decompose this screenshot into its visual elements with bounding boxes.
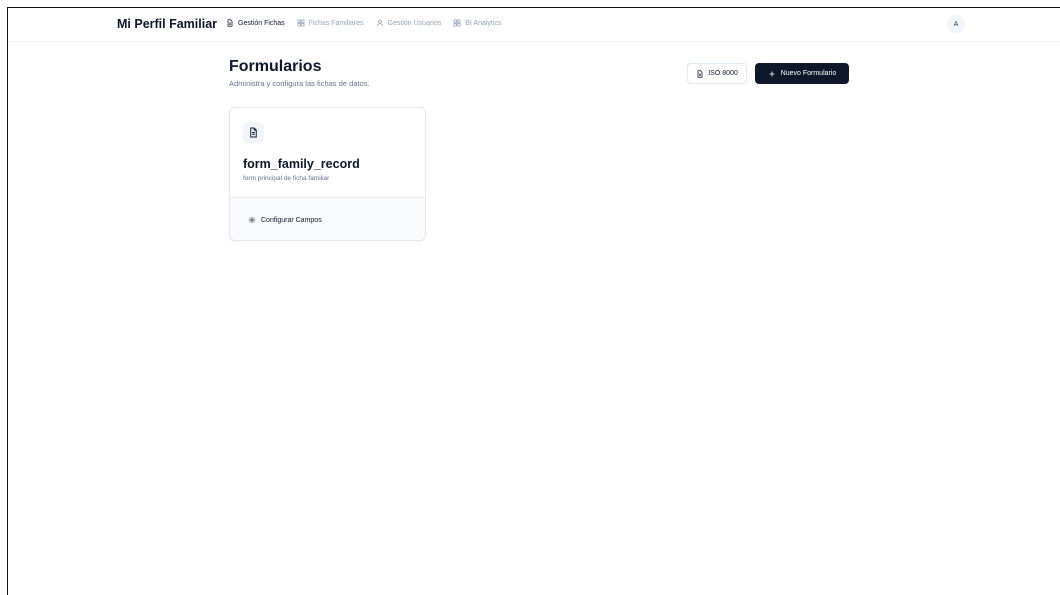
- document-icon: [227, 19, 233, 27]
- app-window: Mi Perfil Familiar Gestión Fichas Fichas…: [7, 7, 1060, 595]
- gear-icon: [248, 216, 256, 224]
- nav-item-bi-analytics[interactable]: BI Analytics: [453, 19, 501, 27]
- nav-item-gestion-usuarios[interactable]: Gestión Usuarios: [376, 19, 442, 27]
- form-name: form_family_record: [243, 157, 360, 171]
- grid-icon: [453, 19, 461, 27]
- form-card[interactable]: form_family_record form principal de fic…: [229, 107, 426, 241]
- top-navigation-bar: Mi Perfil Familiar Gestión Fichas Fichas…: [8, 8, 1060, 42]
- nav-label: Fichas Familiares: [308, 19, 364, 27]
- page-title: Formularios: [229, 58, 322, 75]
- page-subtitle: Administra y configura las fichas de dat…: [229, 79, 370, 88]
- grid-icon: [297, 19, 305, 27]
- nav-item-gestion-fichas[interactable]: Gestión Fichas: [226, 19, 285, 27]
- configure-fields-label: Configurar Campos: [261, 216, 322, 224]
- nav-label: Gestión Fichas: [238, 19, 285, 27]
- new-button-label: Nuevo Formulario: [780, 70, 837, 77]
- iso-8000-button[interactable]: ISO 8000: [687, 63, 747, 84]
- form-description: form principal de ficha familiar: [243, 175, 330, 182]
- user-icon: [376, 19, 383, 27]
- document-icon: [250, 127, 257, 138]
- document-icon: [697, 69, 703, 78]
- configure-fields-button[interactable]: Configurar Campos: [243, 212, 327, 228]
- new-form-button[interactable]: Nuevo Formulario: [755, 63, 849, 84]
- iso-button-label: ISO 8000: [708, 70, 738, 77]
- nav-label: Gestión Usuarios: [387, 19, 442, 27]
- nav-label: BI Analytics: [465, 19, 502, 27]
- card-footer: Configurar Campos: [230, 197, 425, 240]
- plus-icon: [769, 71, 775, 76]
- brand-title[interactable]: Mi Perfil Familiar: [117, 17, 217, 31]
- card-icon-box: [243, 122, 264, 143]
- nav-item-fichas-familiares[interactable]: Fichas Familiares: [297, 19, 364, 27]
- main-nav: Gestión Fichas Fichas Familiares Gestión…: [226, 19, 501, 27]
- avatar[interactable]: A: [947, 15, 965, 33]
